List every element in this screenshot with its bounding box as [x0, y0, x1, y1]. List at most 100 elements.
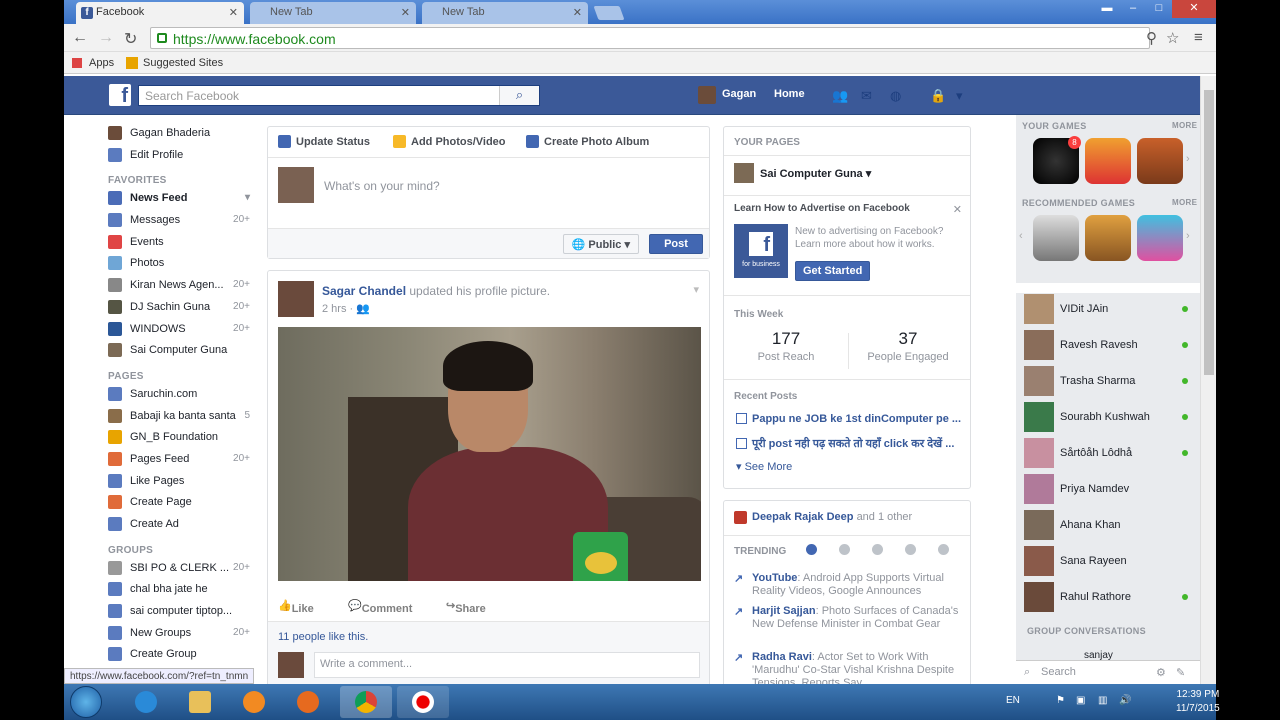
- friend-link[interactable]: Deepak Rajak Deep: [752, 511, 854, 523]
- status-input[interactable]: What's on your mind?: [324, 179, 440, 193]
- tab-new-tab-2[interactable]: New Tab ✕: [422, 2, 588, 24]
- nav-dj-sachin[interactable]: DJ Sachin Guna 20+: [108, 298, 256, 320]
- profile-picture-image[interactable]: [278, 327, 701, 581]
- bookmark-apps[interactable]: Apps: [89, 57, 114, 69]
- share-button[interactable]: ↪ Share: [446, 599, 486, 615]
- post-author-link[interactable]: Sagar Chandel: [322, 284, 406, 298]
- tab-add-photos[interactable]: Add Photos/Video: [393, 135, 506, 148]
- nav-create-page[interactable]: Create Page: [108, 493, 256, 515]
- nav-group-chal[interactable]: chal bha jate he: [108, 580, 256, 602]
- people-engaged-stat[interactable]: 37 People Engaged: [852, 329, 964, 363]
- nav-gnb-foundation[interactable]: GN_B Foundation: [108, 428, 256, 450]
- racing-game-icon[interactable]: [1085, 138, 1131, 184]
- tab-new-tab-1[interactable]: New Tab ✕: [250, 2, 416, 24]
- chevron-down-icon[interactable]: ▾: [245, 189, 250, 207]
- 8-ball-pool-game-icon[interactable]: 8: [1033, 136, 1081, 184]
- nav-profile[interactable]: Gagan Bhaderia: [108, 124, 256, 146]
- recent-post-1[interactable]: Pappu ne JOB ke 1st dinComputer pe ...: [736, 413, 964, 425]
- reload-icon[interactable]: ↻: [124, 29, 137, 49]
- post-author-avatar[interactable]: [278, 281, 314, 317]
- nav-new-groups[interactable]: New Groups 20+: [108, 624, 256, 646]
- media-player-taskbar-icon[interactable]: [228, 686, 280, 718]
- address-bar[interactable]: https://www.facebook.com: [150, 27, 1150, 49]
- extension-icon[interactable]: ⚲: [1146, 29, 1157, 47]
- nav-news-feed[interactable]: News Feed ▾: [108, 189, 256, 211]
- post-reach-stat[interactable]: 177 Post Reach: [730, 329, 842, 363]
- new-message-icon[interactable]: ✎: [1176, 666, 1185, 679]
- chat-friend[interactable]: Ahana Khan: [1022, 508, 1198, 544]
- close-icon[interactable]: ✕: [953, 203, 962, 216]
- chevron-right-icon[interactable]: ›: [1186, 230, 1190, 242]
- likes-count-link[interactable]: 11 people like this.: [278, 631, 368, 643]
- trending-item-3[interactable]: ↗ Radha Ravi: Actor Set to Work With 'Mar…: [734, 651, 964, 687]
- games-more-link[interactable]: MORE: [1172, 121, 1197, 130]
- user-icon[interactable]: ▬: [1094, 0, 1120, 18]
- privacy-selector[interactable]: 🌐 Public ▾: [562, 234, 639, 254]
- tab-create-album[interactable]: Create Photo Album: [526, 135, 649, 148]
- friend-requests-icon[interactable]: 👥: [832, 88, 848, 103]
- chat-friend[interactable]: Rahul Rathore: [1022, 580, 1198, 616]
- close-tab-icon[interactable]: ✕: [229, 6, 238, 19]
- recorder-taskbar-icon[interactable]: [397, 686, 449, 718]
- scrollbar-thumb[interactable]: [1204, 90, 1214, 375]
- chat-friend[interactable]: Priya Namdev: [1022, 472, 1198, 508]
- nav-group-sai[interactable]: sai computer tiptop...: [108, 602, 256, 624]
- user-avatar[interactable]: [698, 86, 716, 104]
- chat-friend[interactable]: Sana Rayeen: [1022, 544, 1198, 580]
- volume-icon[interactable]: 🔊: [1119, 695, 1131, 706]
- bookmark-suggested-sites[interactable]: Suggested Sites: [143, 57, 223, 69]
- header-user-link[interactable]: Gagan: [722, 88, 756, 100]
- kart-game-icon[interactable]: [1085, 215, 1131, 261]
- language-indicator[interactable]: EN: [1006, 695, 1020, 706]
- system-clock[interactable]: 12:39 PM 11/7/2015: [1176, 688, 1220, 716]
- like-button[interactable]: 👍 Like: [278, 599, 314, 615]
- chevron-right-icon[interactable]: ›: [1186, 153, 1190, 165]
- account-menu-chevron-icon[interactable]: ▾: [956, 88, 972, 103]
- chevron-left-icon[interactable]: ‹: [1019, 230, 1023, 242]
- nav-create-group[interactable]: Create Group: [108, 645, 256, 667]
- minimize-button[interactable]: –: [1120, 0, 1146, 18]
- recent-post-2[interactable]: पूरी post नही पढ़ सकते तो यहाँ click कर …: [736, 436, 964, 451]
- chat-friend[interactable]: Ravesh Ravesh: [1022, 328, 1198, 364]
- tab-update-status[interactable]: Update Status: [278, 135, 370, 148]
- nav-create-ad[interactable]: Create Ad: [108, 515, 256, 537]
- action-center-icon[interactable]: ⚑: [1056, 695, 1065, 706]
- close-window-button[interactable]: ✕: [1172, 0, 1216, 18]
- nav-kiran-news[interactable]: Kiran News Agen... 20+: [108, 276, 256, 298]
- nav-pages-feed[interactable]: Pages Feed 20+: [108, 450, 256, 472]
- header-home-link[interactable]: Home: [774, 88, 805, 100]
- comment-input[interactable]: Write a comment...: [314, 652, 700, 678]
- notifications-icon[interactable]: ◍: [890, 88, 906, 103]
- firefox-taskbar-icon[interactable]: [282, 686, 334, 718]
- messages-icon[interactable]: ✉: [861, 88, 877, 103]
- trending-item-2[interactable]: ↗ Harjit Sajjan: Photo Surfaces of Canada…: [734, 605, 964, 631]
- close-tab-icon[interactable]: ✕: [401, 6, 410, 19]
- get-started-button[interactable]: Get Started: [795, 261, 871, 281]
- nav-events[interactable]: Events: [108, 233, 256, 255]
- science-icon[interactable]: [872, 544, 883, 555]
- nav-like-pages[interactable]: Like Pages: [108, 472, 256, 494]
- device-icon[interactable]: ▣: [1076, 695, 1085, 706]
- chat-friend[interactable]: Trasha Sharma: [1022, 364, 1198, 400]
- network-icon[interactable]: ▥: [1098, 695, 1107, 706]
- nav-saruchin[interactable]: Saruchin.com: [108, 385, 256, 407]
- post-options-chevron-icon[interactable]: ▾: [693, 283, 699, 296]
- chat-search-input[interactable]: ⌕ Search ⚙ ✎: [1016, 660, 1200, 685]
- nav-sai-computer[interactable]: Sai Computer Guna: [108, 341, 256, 363]
- chat-friend[interactable]: VIDit JAin: [1022, 292, 1198, 328]
- new-tab-button[interactable]: [593, 6, 625, 20]
- nav-group-sbi[interactable]: SBI PO & CLERK ... 20+: [108, 559, 256, 581]
- close-tab-icon[interactable]: ✕: [573, 6, 582, 19]
- nav-windows[interactable]: WINDOWS 20+: [108, 320, 256, 342]
- gear-icon[interactable]: ⚙: [1156, 666, 1166, 679]
- sports-icon[interactable]: [905, 544, 916, 555]
- chat-friend[interactable]: Sourabh Kushwah: [1022, 400, 1198, 436]
- forward-arrow-icon[interactable]: →: [98, 29, 114, 47]
- back-arrow-icon[interactable]: ←: [72, 29, 88, 47]
- nav-babaji[interactable]: Babaji ka banta santa 5: [108, 407, 256, 429]
- facebook-logo-icon[interactable]: f: [109, 84, 131, 107]
- start-button[interactable]: [70, 686, 102, 718]
- nav-photos[interactable]: Photos: [108, 254, 256, 276]
- nav-messages[interactable]: Messages 20+: [108, 211, 256, 233]
- post-button[interactable]: Post: [649, 234, 703, 254]
